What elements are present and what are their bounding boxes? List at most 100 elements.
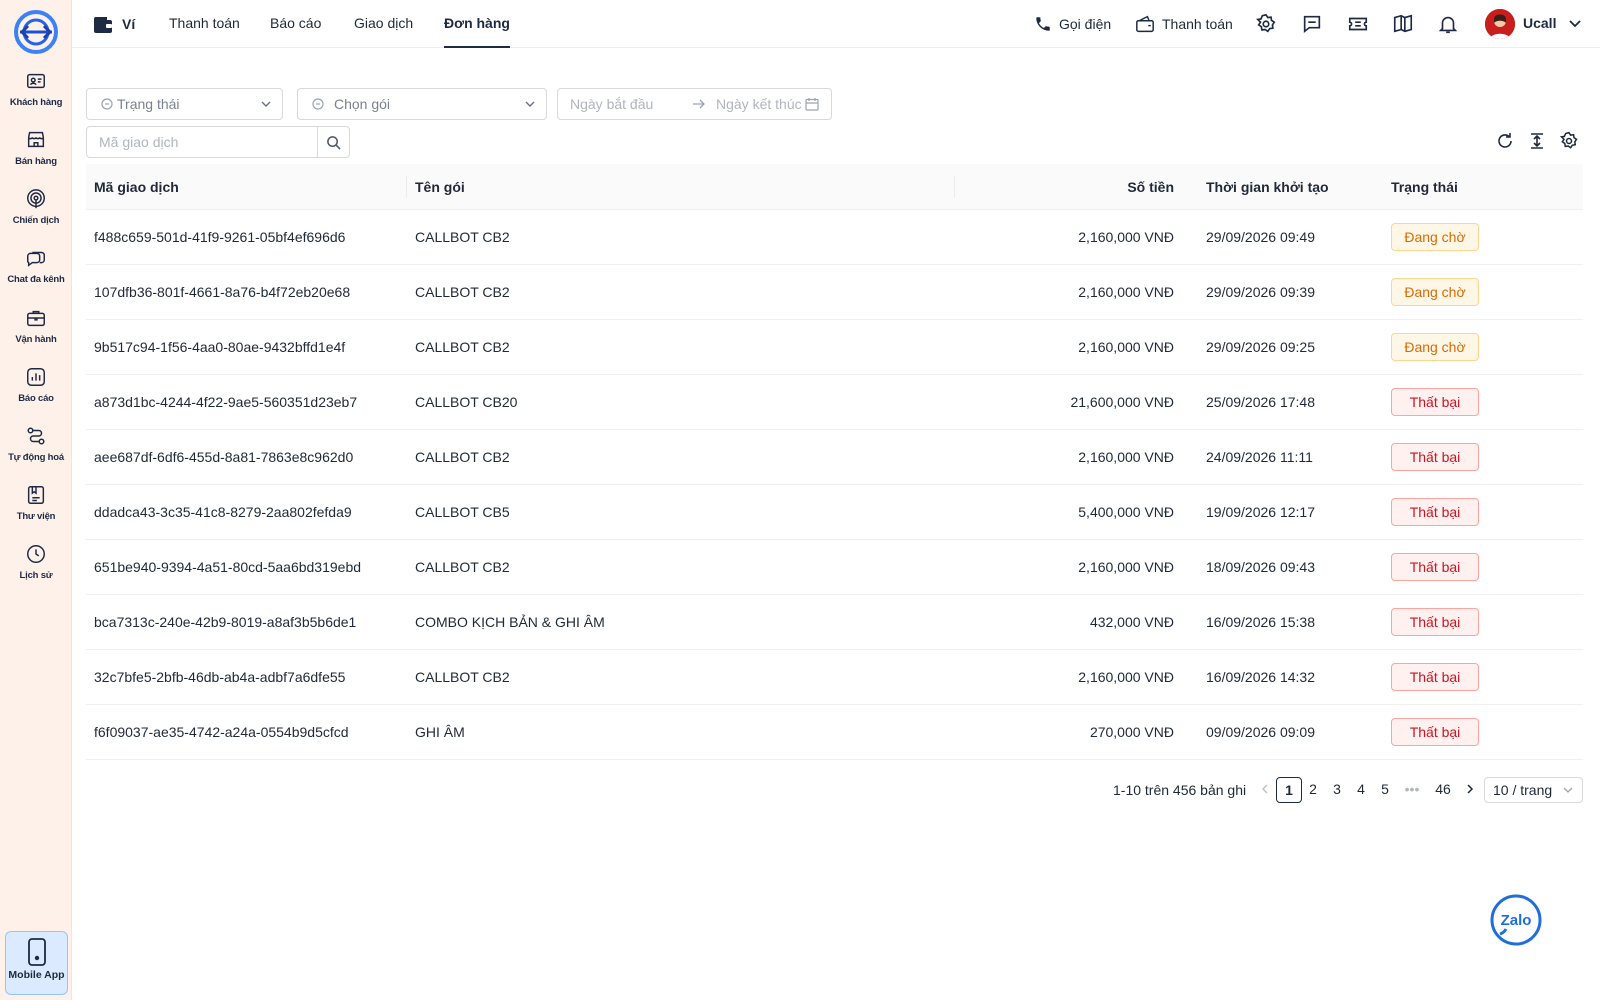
sidebar-item-customers[interactable]: Khách hàng [0,70,72,126]
sidebar-item-campaigns[interactable]: Chiến dịch [0,188,72,244]
ticket-icon[interactable] [1347,13,1369,35]
created-time: 19/09/2026 12:17 [1206,504,1315,520]
sidebar-item-reports[interactable]: Báo cáo [0,366,72,422]
amount: 2,160,000 VNĐ [1078,449,1174,465]
transaction-id: 9b517c94-1f56-4aa0-80ae-9432bffd1e4f [94,339,346,355]
page-4[interactable]: 4 [1348,777,1374,803]
table-row[interactable]: a873d1bc-4244-4f22-9ae5-560351d23eb7 CAL… [86,375,1583,430]
amount: 2,160,000 VNĐ [1078,669,1174,685]
avatar[interactable] [1485,9,1515,39]
page-2[interactable]: 2 [1300,777,1326,803]
search-button[interactable] [317,127,349,157]
search-input[interactable] [87,127,317,157]
column-header-created[interactable]: Thời gian khởi tạo [1190,164,1383,210]
wallet-label: Ví [122,16,136,32]
page-size-value: 10 / trang [1493,782,1553,798]
mobile-app-label: Mobile App [8,969,65,981]
tab-orders[interactable]: Đơn hàng [444,0,510,48]
tab-payment[interactable]: Thanh toán [169,0,240,48]
created-time: 29/09/2026 09:49 [1206,229,1315,245]
user-name[interactable]: Ucall [1523,15,1556,31]
date-range-picker[interactable]: Ngày bắt đầu Ngày kết thúc [557,88,832,120]
top-navigation: Ví Thanh toán Báo cáo Giao dịch Đơn hàng… [72,0,1600,48]
sidebar-item-sales[interactable]: Bán hàng [0,129,72,185]
status-filter[interactable]: Trạng thái [86,88,283,120]
page-5[interactable]: 5 [1372,777,1398,803]
next-page-button[interactable] [1457,777,1483,803]
briefcase-icon [27,310,45,327]
filter-status-icon [101,98,113,110]
sidebar-item-automation[interactable]: Tự động hoá [0,425,72,481]
sidebar-item-omnichannel-chat[interactable]: Chat đa kênh [0,247,72,303]
bell-icon[interactable] [1437,13,1459,35]
package-name: CALLBOT CB2 [415,449,510,465]
table-row[interactable]: aee687df-6df6-455d-8a81-7863e8c962d0 CAL… [86,430,1583,485]
package-filter[interactable]: Chọn gói [297,88,547,120]
transaction-search [86,126,350,158]
package-name: CALLBOT CB2 [415,229,510,245]
page-3[interactable]: 3 [1324,777,1350,803]
arrow-right-icon [693,99,705,109]
table-row[interactable]: f6f09037-ae35-4742-a24a-0554b9d5cfcd GHI… [86,705,1583,760]
table-row[interactable]: f488c659-501d-41f9-9261-05bf4ef696d6 CAL… [86,210,1583,265]
table-row[interactable]: bca7313c-240e-42b9-8019-a8af3b5b6de1 COM… [86,595,1583,650]
prev-page-button[interactable] [1252,777,1278,803]
status-badge: Thất bại [1391,718,1479,746]
status-badge: Thất bại [1391,663,1479,691]
column-header-amount[interactable]: Số tiền [955,164,1190,210]
table-row[interactable]: 651be940-9394-4a51-80cd-5aa6bd319ebd CAL… [86,540,1583,595]
book-icon[interactable] [1392,13,1414,35]
zalo-chat-icon[interactable]: Zalo [1490,894,1542,946]
page-46[interactable]: 46 [1430,777,1456,803]
transaction-id: aee687df-6df6-455d-8a81-7863e8c962d0 [94,449,354,465]
page-size-select[interactable]: 10 / trang [1484,777,1583,803]
tab-reports[interactable]: Báo cáo [270,0,321,48]
message-icon[interactable] [1301,13,1323,35]
settings-icon[interactable] [1255,13,1277,35]
wallet-menu[interactable]: Ví [92,12,135,36]
wallet-outline-icon [1136,15,1154,33]
status-badge: Đang chờ [1391,278,1479,306]
sidebar-item-label: Báo cáo [18,393,54,404]
sidebar: Khách hàng Bán hàng Chiến dịch Chat đa k… [0,0,72,1000]
status-badge: Thất bại [1391,553,1479,581]
chat-icon [27,251,45,267]
page-1[interactable]: 1 [1276,777,1302,803]
sidebar-item-operations[interactable]: Vận hành [0,307,72,363]
column-height-icon[interactable] [1527,131,1547,151]
column-header-status[interactable]: Trạng thái [1383,164,1583,210]
chevron-right-icon [1467,784,1474,794]
transaction-id: 32c7bfe5-2bfb-46db-ab4a-adbf7a6dfe55 [94,669,346,685]
package-name: CALLBOT CB20 [415,394,518,410]
chevron-down-icon [525,101,535,107]
column-header-package[interactable]: Tên gói [407,164,955,210]
call-button[interactable]: Gọi điện [1034,12,1111,36]
table-row[interactable]: 32c7bfe5-2bfb-46db-ab4a-adbf7a6dfe55 CAL… [86,650,1583,705]
column-header-transaction-id[interactable]: Mã giao dịch [86,164,407,210]
created-time: 25/09/2026 17:48 [1206,394,1315,410]
amount: 21,600,000 VNĐ [1070,394,1174,410]
clock-icon [27,545,45,563]
pagination-total: 1-10 trên 456 bản ghi [1113,782,1247,798]
sidebar-item-history[interactable]: Lịch sử [0,543,72,599]
transaction-id: bca7313c-240e-42b9-8019-a8af3b5b6de1 [94,614,357,630]
chevron-down-icon[interactable] [1567,15,1583,31]
page-ellipsis[interactable]: ••• [1399,777,1425,803]
table-settings-icon[interactable] [1559,131,1579,151]
created-time: 24/09/2026 11:11 [1206,449,1313,465]
package-name: CALLBOT CB2 [415,284,510,300]
mobile-app-button[interactable]: Mobile App [5,931,68,995]
refresh-icon[interactable] [1495,131,1515,151]
end-date-input[interactable]: Ngày kết thúc [716,96,805,112]
table-row[interactable]: 107dfb36-801f-4661-8a76-b4f72eb20e68 CAL… [86,265,1583,320]
status-filter-placeholder: Trạng thái [117,96,180,112]
ucall-logo[interactable] [14,10,58,54]
sidebar-item-label: Tự động hoá [8,452,64,463]
tab-transactions[interactable]: Giao dịch [354,0,413,48]
table-row[interactable]: ddadca43-3c35-41c8-8279-2aa802fefda9 CAL… [86,485,1583,540]
sidebar-item-library[interactable]: Thư viện [0,484,72,540]
start-date-input[interactable]: Ngày bắt đầu [570,96,682,112]
table-row[interactable]: 9b517c94-1f56-4aa0-80ae-9432bffd1e4f CAL… [86,320,1583,375]
payment-button[interactable]: Thanh toán [1135,12,1233,36]
created-time: 29/09/2026 09:39 [1206,284,1315,300]
